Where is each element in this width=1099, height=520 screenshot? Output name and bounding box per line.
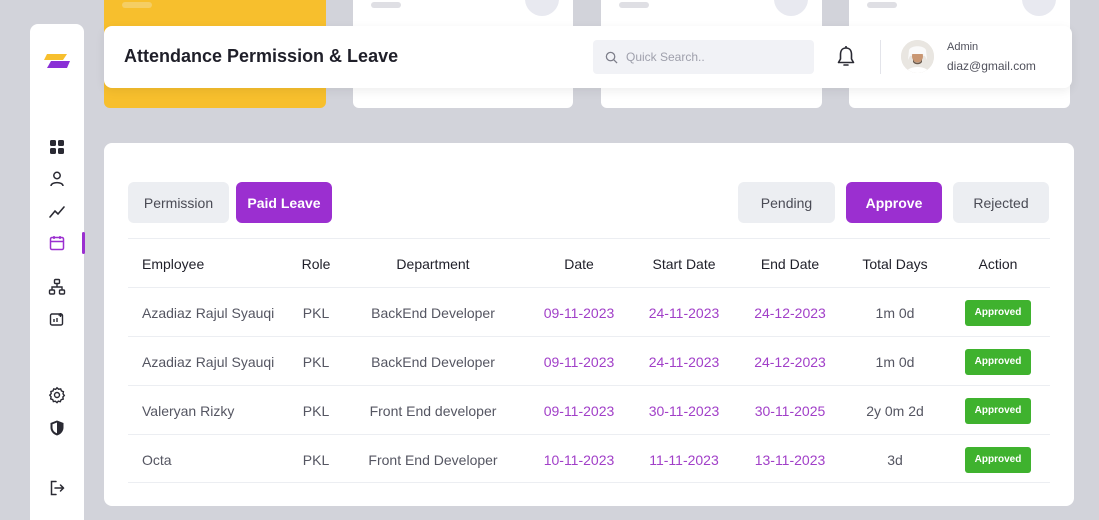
col-end-date: End Date	[760, 255, 820, 272]
end-date: 24-12-2023	[754, 304, 826, 321]
total-days: 3d	[887, 451, 903, 468]
employee-name: Octa	[142, 451, 172, 468]
table-row: Azadiaz Rajul Syauqi PKL BackEnd Develop…	[128, 336, 1050, 385]
col-role: Role	[301, 255, 331, 272]
start-date: 30-11-2023	[648, 402, 720, 419]
employee-role: PKL	[302, 353, 330, 370]
employee-department: BackEnd Developer	[371, 353, 495, 370]
org-chart-icon[interactable]	[44, 274, 70, 300]
top-header: Attendance Permission & Leave Admin diaz…	[104, 26, 1072, 88]
employee-role: PKL	[302, 304, 330, 321]
approved-badge[interactable]: Approved	[965, 446, 1031, 473]
tab-paid-leave[interactable]: Paid Leave	[236, 182, 332, 223]
shield-icon[interactable]	[44, 415, 70, 441]
header-divider	[880, 40, 881, 74]
table-header: Employee Role Department Date Start Date…	[128, 238, 1050, 287]
start-date: 24-11-2023	[648, 304, 720, 321]
user-role: Admin	[947, 41, 979, 53]
end-date: 13-11-2023	[754, 451, 826, 468]
request-date: 10-11-2023	[543, 451, 615, 468]
table-row: Azadiaz Rajul Syauqi PKL BackEnd Develop…	[128, 287, 1050, 336]
active-indicator	[82, 232, 85, 254]
avatar[interactable]	[901, 40, 934, 73]
action-cell: Approved	[954, 386, 1042, 435]
col-employee: Employee	[142, 255, 205, 272]
approved-badge[interactable]: Approved	[965, 397, 1031, 424]
employee-name: Valeryan Rizky	[142, 402, 235, 419]
end-date: 24-12-2023	[754, 353, 826, 370]
employee-name: Azadiaz Rajul Syauqi	[142, 304, 275, 321]
filter-rejected-button[interactable]: Rejected	[953, 182, 1049, 223]
request-date: 09-11-2023	[543, 353, 615, 370]
calendar-icon[interactable]	[44, 230, 70, 256]
start-date: 11-11-2023	[649, 451, 719, 468]
user-email: diaz@gmail.com	[947, 59, 1036, 73]
bell-icon[interactable]	[836, 45, 856, 69]
chart-line-icon[interactable]	[44, 199, 70, 225]
end-date: 30-11-2025	[754, 402, 826, 419]
col-start-date: Start Date	[652, 255, 716, 272]
user-icon[interactable]	[44, 166, 70, 192]
employee-name: Azadiaz Rajul Syauqi	[142, 353, 275, 370]
settings-icon[interactable]	[44, 382, 70, 408]
filter-pending-button[interactable]: Pending	[738, 182, 835, 223]
total-days: 2y 0m 2d	[866, 402, 924, 419]
start-date: 24-11-2023	[648, 353, 720, 370]
filter-approve-button[interactable]: Approve	[846, 182, 942, 223]
action-cell: Approved	[954, 288, 1042, 337]
dashboard-icon[interactable]	[44, 134, 70, 160]
sidebar	[30, 24, 85, 520]
logo-icon	[44, 54, 70, 68]
total-days: 1m 0d	[875, 353, 915, 370]
employee-department: Front End developer	[369, 402, 497, 419]
col-action: Action	[978, 255, 1018, 272]
request-date: 09-11-2023	[543, 402, 615, 419]
approved-badge[interactable]: Approved	[965, 299, 1031, 326]
col-date: Date	[564, 255, 594, 272]
col-department: Department	[396, 255, 470, 272]
table-row: Valeryan Rizky PKL Front End developer 0…	[128, 385, 1050, 434]
employee-role: PKL	[302, 451, 330, 468]
approved-badge[interactable]: Approved	[965, 348, 1031, 375]
search-icon	[605, 51, 618, 64]
page-title: Attendance Permission & Leave	[124, 46, 399, 66]
leave-panel: Permission Paid Leave Pending Approve Re…	[104, 143, 1074, 506]
employee-department: BackEnd Developer	[371, 304, 495, 321]
table-row: Octa PKL Front End Developer 10-11-2023 …	[128, 434, 1050, 483]
employee-department: Front End Developer	[368, 451, 498, 468]
search-input[interactable]	[626, 50, 796, 64]
action-cell: Approved	[954, 337, 1042, 386]
logout-icon[interactable]	[44, 475, 70, 501]
employee-role: PKL	[302, 402, 330, 419]
action-cell: Approved	[954, 435, 1042, 484]
search-box[interactable]	[593, 40, 814, 74]
total-days: 1m 0d	[875, 304, 915, 321]
col-total-days: Total Days	[862, 255, 928, 272]
report-icon[interactable]	[44, 306, 70, 332]
tab-permission[interactable]: Permission	[128, 182, 229, 223]
request-date: 09-11-2023	[543, 304, 615, 321]
